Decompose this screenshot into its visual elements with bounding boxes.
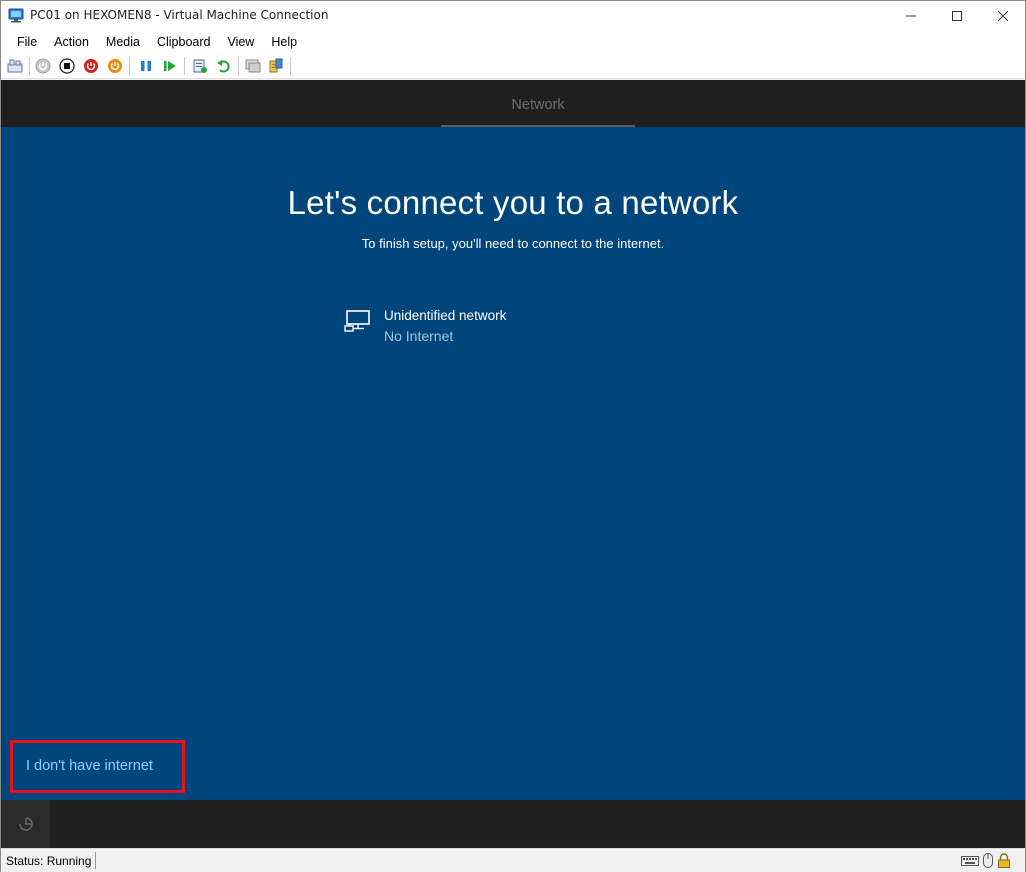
pause-icon[interactable]	[138, 58, 154, 74]
resume-icon[interactable]	[162, 58, 178, 74]
toolbar-separator	[184, 57, 185, 75]
menu-view[interactable]: View	[220, 33, 261, 51]
tab-network: Network	[511, 97, 565, 113]
toolbar-separator	[238, 57, 239, 75]
tab-underline	[441, 125, 635, 127]
lock-icon	[997, 853, 1011, 868]
maximize-icon	[952, 11, 962, 21]
ease-of-access-button[interactable]	[1, 800, 50, 848]
maximize-button[interactable]	[934, 1, 980, 31]
vm-connection-window: PC01 on HEXOMEN8 - Virtual Machine Conne…	[0, 0, 1026, 872]
minimize-icon	[906, 15, 916, 17]
page-title: Let's connect you to a network	[287, 184, 739, 221]
toolbar-separator	[129, 57, 130, 75]
menu-action[interactable]: Action	[47, 33, 96, 51]
menu-clipboard[interactable]: Clipboard	[150, 33, 218, 51]
menu-file[interactable]: File	[10, 33, 44, 51]
turn-off-icon[interactable]	[59, 58, 75, 74]
status-text: Status: Running	[6, 854, 92, 868]
page-subtitle: To finish setup, you'll need to connect …	[361, 236, 665, 251]
oobe-header: Network	[1, 80, 1025, 127]
ctrl-alt-del-icon[interactable]	[7, 58, 23, 74]
enhanced-session-icon[interactable]	[245, 58, 261, 74]
menu-bar: File Action Media Clipboard View Help	[1, 31, 1025, 53]
save-state-icon[interactable]	[107, 58, 123, 74]
oobe-footer	[1, 800, 1025, 848]
mouse-icon	[983, 853, 993, 868]
vm-screen[interactable]: Network Let's connect you to a network T…	[1, 80, 1025, 848]
menu-help[interactable]: Help	[264, 33, 304, 51]
network-list-item[interactable]: Unidentified network No Internet	[344, 308, 644, 350]
share-icon[interactable]	[268, 58, 284, 74]
title-bar: PC01 on HEXOMEN8 - Virtual Machine Conne…	[1, 1, 1025, 31]
revert-icon[interactable]	[216, 58, 232, 74]
close-icon	[998, 11, 1008, 21]
ethernet-icon	[344, 310, 372, 332]
close-button[interactable]	[980, 1, 1026, 31]
start-icon[interactable]	[35, 58, 51, 74]
status-separator	[95, 852, 96, 869]
no-internet-link[interactable]: I don't have internet	[26, 758, 153, 774]
toolbar	[1, 53, 1025, 79]
network-name: Unidentified network	[384, 308, 507, 323]
toolbar-separator	[29, 57, 30, 75]
toolbar-separator	[290, 57, 291, 75]
shut-down-icon[interactable]	[83, 58, 99, 74]
minimize-button[interactable]	[888, 1, 934, 31]
ease-of-access-icon	[18, 817, 33, 831]
status-bar: Status: Running	[1, 848, 1025, 872]
keyboard-icon	[961, 853, 979, 868]
network-status: No Internet	[384, 328, 454, 344]
menu-media[interactable]: Media	[99, 33, 147, 51]
vm-connection-icon	[8, 8, 24, 23]
checkpoint-icon[interactable]	[192, 58, 208, 74]
window-title: PC01 on HEXOMEN8 - Virtual Machine Conne…	[30, 8, 329, 22]
